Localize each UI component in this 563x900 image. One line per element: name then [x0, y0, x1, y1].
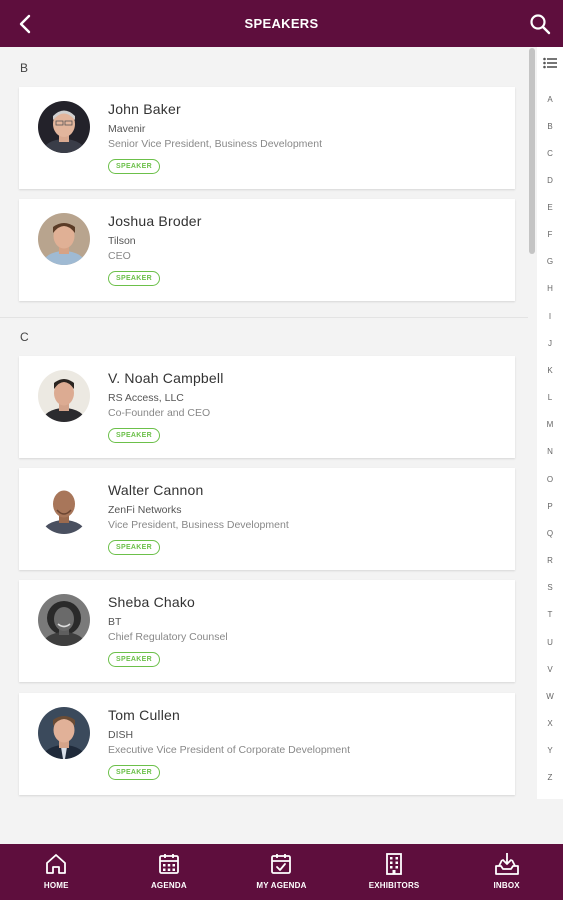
speaker-card[interactable]: Tom Cullen DISH Executive Vice President…: [19, 693, 515, 795]
index-letter-n[interactable]: N: [537, 447, 563, 456]
index-letter-g[interactable]: G: [537, 257, 563, 266]
avatar: [38, 594, 90, 646]
index-letter-h[interactable]: H: [537, 284, 563, 293]
speaker-company: Tilson: [108, 235, 136, 247]
search-icon: [530, 14, 551, 35]
index-letter-f[interactable]: F: [537, 230, 563, 239]
page-title: SPEAKERS: [244, 16, 319, 31]
speaker-card[interactable]: John Baker Mavenir Senior Vice President…: [19, 87, 515, 189]
speaker-badge: SPEAKER: [108, 159, 160, 174]
avatar: [38, 707, 90, 759]
index-letter-b[interactable]: B: [537, 122, 563, 131]
building-icon: [386, 853, 402, 875]
index-letter-w[interactable]: W: [537, 692, 563, 701]
back-button[interactable]: [12, 11, 38, 37]
section-header-c: C: [20, 330, 29, 344]
speaker-name: Sheba Chako: [108, 594, 196, 610]
speaker-badge: SPEAKER: [108, 540, 160, 555]
tab-label: HOME: [43, 881, 69, 890]
index-letter-o[interactable]: O: [537, 475, 563, 484]
search-button[interactable]: [527, 11, 553, 37]
speaker-card[interactable]: V. Noah Campbell RS Access, LLC Co-Found…: [19, 356, 515, 458]
speaker-company: BT: [108, 616, 122, 628]
avatar: [38, 101, 90, 153]
speaker-badge: SPEAKER: [108, 428, 160, 443]
speaker-role: Vice President, Business Development: [108, 519, 289, 531]
index-letter-r[interactable]: R: [537, 556, 563, 565]
speaker-name: Walter Cannon: [108, 482, 204, 498]
home-icon: [46, 854, 67, 874]
speaker-badge: SPEAKER: [108, 765, 160, 780]
speaker-badge: SPEAKER: [108, 652, 160, 667]
speaker-role: Co-Founder and CEO: [108, 407, 211, 419]
avatar: [38, 370, 90, 422]
calendar-icon: [158, 854, 179, 874]
index-letter-y[interactable]: Y: [537, 746, 563, 755]
avatar: [38, 482, 90, 534]
index-letter-k[interactable]: K: [537, 366, 563, 375]
speaker-company: DISH: [108, 729, 134, 741]
chevron-left-icon: [19, 14, 31, 34]
speaker-card[interactable]: Walter Cannon ZenFi Networks Vice Presid…: [19, 468, 515, 570]
app-header: SPEAKERS: [0, 0, 563, 47]
section-header-b: B: [20, 61, 29, 75]
index-letter-i[interactable]: I: [537, 312, 563, 321]
section-divider: [0, 317, 528, 318]
tab-label: MY AGENDA: [256, 881, 307, 890]
index-letter-s[interactable]: S: [537, 583, 563, 592]
speaker-card[interactable]: Joshua Broder Tilson CEO SPEAKER: [19, 199, 515, 301]
speaker-list[interactable]: B John Baker Mavenir Senior Vice Preside…: [0, 47, 528, 844]
speaker-role: CEO: [108, 250, 131, 262]
speaker-company: RS Access, LLC: [108, 392, 184, 404]
speaker-name: Joshua Broder: [108, 213, 202, 229]
tab-my-agenda[interactable]: MY AGENDA: [225, 844, 338, 900]
speaker-name: V. Noah Campbell: [108, 370, 224, 386]
index-letter-p[interactable]: P: [537, 502, 563, 511]
index-letter-e[interactable]: E: [537, 203, 563, 212]
tab-exhibitors[interactable]: EXHIBITORS: [338, 844, 451, 900]
index-letter-c[interactable]: C: [537, 149, 563, 158]
index-letter-x[interactable]: X: [537, 719, 563, 728]
speaker-role: Chief Regulatory Counsel: [108, 631, 228, 643]
index-letter-z[interactable]: Z: [537, 773, 563, 782]
tab-home[interactable]: HOME: [0, 844, 113, 900]
index-letter-t[interactable]: T: [537, 610, 563, 619]
bottom-tab-bar: HOME AGENDA MY AGENDA EXHIBITORS INBOX: [0, 844, 563, 900]
index-letter-u[interactable]: U: [537, 638, 563, 647]
index-letter-a[interactable]: A: [537, 95, 563, 104]
tab-label: AGENDA: [150, 881, 187, 890]
tab-label: EXHIBITORS: [368, 881, 420, 890]
index-letter-m[interactable]: M: [537, 420, 563, 429]
tab-label: INBOX: [493, 881, 520, 890]
speaker-role: Executive Vice President of Corporate De…: [108, 744, 351, 756]
speaker-name: John Baker: [108, 101, 181, 117]
speaker-company: Mavenir: [108, 123, 146, 135]
tab-inbox[interactable]: INBOX: [450, 844, 563, 900]
speaker-role: Senior Vice President, Business Developm…: [108, 138, 323, 150]
calendar-check-icon: [271, 854, 292, 874]
index-letter-d[interactable]: D: [537, 176, 563, 185]
index-letter-q[interactable]: Q: [537, 529, 563, 538]
alphabet-index[interactable]: A B C D E F G H I J K L M N O P Q R S T …: [537, 47, 563, 799]
index-letter-v[interactable]: V: [537, 665, 563, 674]
tab-agenda[interactable]: AGENDA: [113, 844, 226, 900]
index-letter-l[interactable]: L: [537, 393, 563, 402]
speaker-card[interactable]: Sheba Chako BT Chief Regulatory Counsel …: [19, 580, 515, 682]
speaker-company: ZenFi Networks: [108, 504, 182, 516]
inbox-icon: [494, 853, 519, 875]
speaker-badge: SPEAKER: [108, 271, 160, 286]
index-letter-j[interactable]: J: [537, 339, 563, 348]
list-icon[interactable]: [543, 57, 557, 69]
speaker-name: Tom Cullen: [108, 707, 181, 723]
scrollbar[interactable]: [529, 48, 535, 254]
avatar: [38, 213, 90, 265]
